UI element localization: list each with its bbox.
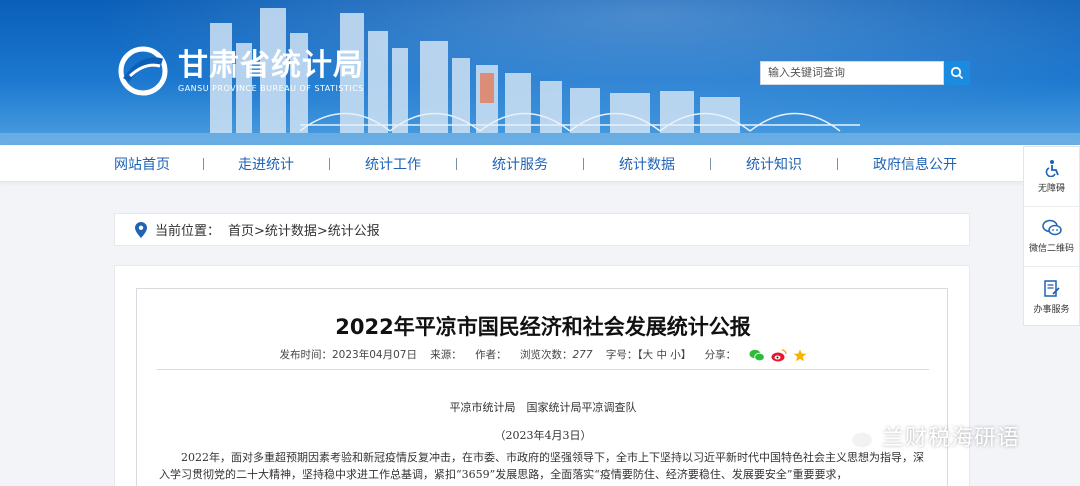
watermark-text: 兰财税海研语 [882,426,1021,451]
article-paragraph: 2022年，面对多重超预期因素考验和新冠疫情反复冲击，在市委、市政府的坚强领导下… [159,451,924,481]
favorite-star-icon[interactable] [793,349,807,362]
article-meta: 发布时间：2023年04月07日 来源： 作者： 浏览次数：277 字号：【大 … [137,347,949,362]
wechat-icon [1041,219,1062,236]
breadcrumb-path[interactable]: 首页>统计数据>统计公报 [228,220,380,239]
views-label: 浏览次数：277 [520,349,593,361]
nav-item-home[interactable]: 网站首页 [114,154,170,174]
nav-divider [583,158,584,170]
author-label: 作者： [475,349,507,361]
nav-item-gov-info[interactable]: 政府信息公开 [873,154,957,174]
article-title: 2022年平凉市国民经济和社会发展统计公报 [335,315,751,339]
wechat-watermark: 兰财税海研语 [836,420,1020,452]
site-logo[interactable]: 甘肃省统计局 GANSU PROVINCE BUREAU OF STATISTI… [116,46,364,96]
weibo-share-icon[interactable] [771,348,787,362]
nav-item-about[interactable]: 走进统计 [238,154,294,174]
side-item-wechat-qr[interactable]: 微信二维码 [1024,207,1079,267]
breadcrumb: 当前位置： 首页>统计数据>统计公报 [114,213,970,246]
header-banner: 甘肃省统计局 GANSU PROVINCE BUREAU OF STATISTI… [0,0,1080,145]
nav-divider [710,158,711,170]
nav-item-knowledge[interactable]: 统计知识 [746,154,802,174]
breadcrumb-label: 当前位置： [155,224,221,239]
share-label: 分享： [704,349,737,361]
location-pin-icon [135,221,147,238]
side-item-accessibility[interactable]: 无障碍 [1024,147,1079,207]
nav-item-data[interactable]: 统计数据 [619,154,675,174]
views-label-text: 浏览次数： [519,349,573,361]
site-name-en: GANSU PROVINCE BUREAU OF STATISTICS [178,83,364,93]
river [0,133,1080,145]
site-name-cn: 甘肃省统计局 [178,47,364,83]
main-nav: 网站首页 走进统计 统计工作 统计服务 统计数据 统计知识 政府信息公开 [0,145,1080,182]
article-card: 2022年平凉市国民经济和社会发展统计公报 发布时间：2023年04月07日 来… [114,265,970,486]
divider [157,369,929,370]
bridge-image [300,112,860,132]
nav-divider [329,158,330,170]
nav-divider [456,158,457,170]
side-item-label: 无障碍 [1037,184,1065,194]
logo-emblem-icon [118,46,168,96]
nav-divider [203,158,204,170]
source-label: 来源： [430,349,462,361]
article-date: （2023年4月3日） [494,429,592,442]
search-button[interactable] [944,61,970,85]
nav-divider [837,158,838,170]
wechat-share-icon[interactable] [749,349,765,362]
article-issuer: 平凉市统计局 国家统计局平凉调查队 [449,401,637,414]
accessibility-icon [1045,160,1059,177]
publish-time: 发布时间：2023年04月07日 [279,349,417,361]
side-item-services[interactable]: 办事服务 [1024,267,1079,327]
views-count: 277 [572,349,593,361]
wechat-watermark-icon [836,421,875,450]
search-input[interactable]: 输入关键词查询 [760,61,944,85]
nav-item-services[interactable]: 统计服务 [492,154,548,174]
search-icon [950,66,964,80]
font-size-switcher[interactable]: 字号：【大 中 小】 [606,349,691,361]
document-edit-icon [1043,279,1060,297]
nav-item-work[interactable]: 统计工作 [365,154,421,174]
side-toolbar: 无障碍 微信二维码 办事服务 [1023,146,1080,326]
side-item-label: 办事服务 [1033,304,1070,315]
side-item-label: 微信二维码 [1028,244,1074,254]
article-body: 2022年平凉市国民经济和社会发展统计公报 发布时间：2023年04月07日 来… [136,288,948,486]
search-bar: 输入关键词查询 [760,61,970,85]
